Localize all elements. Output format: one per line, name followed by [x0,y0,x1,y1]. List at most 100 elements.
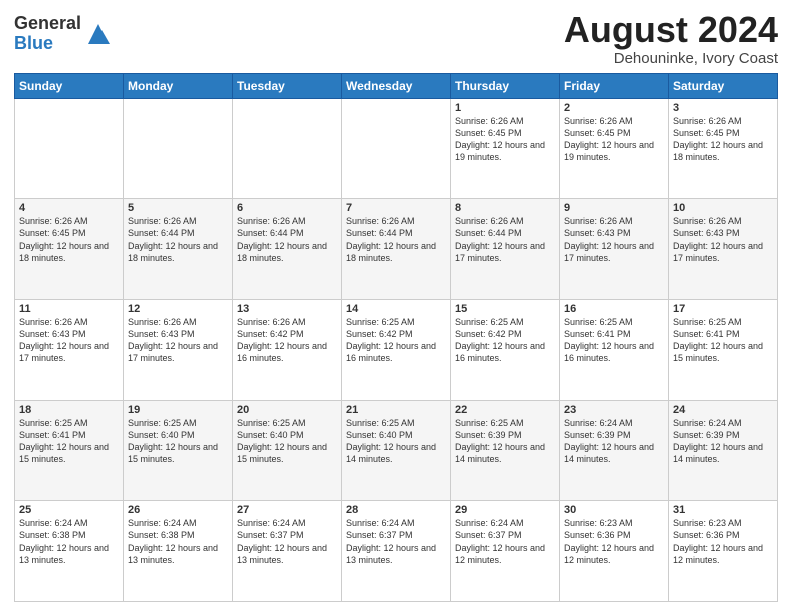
day-cell-0-1 [124,98,233,199]
day-number: 16 [564,303,664,315]
day-info: Sunrise: 6:26 AM Sunset: 6:43 PM Dayligh… [673,215,773,264]
week-row-3: 18Sunrise: 6:25 AM Sunset: 6:41 PM Dayli… [15,400,778,501]
day-info: Sunrise: 6:26 AM Sunset: 6:44 PM Dayligh… [455,215,555,264]
day-info: Sunrise: 6:26 AM Sunset: 6:45 PM Dayligh… [455,115,555,164]
day-info: Sunrise: 6:24 AM Sunset: 6:38 PM Dayligh… [19,517,119,566]
day-info: Sunrise: 6:24 AM Sunset: 6:38 PM Dayligh… [128,517,228,566]
col-saturday: Saturday [669,73,778,98]
day-number: 31 [673,504,773,516]
day-cell-0-3 [342,98,451,199]
day-number: 30 [564,504,664,516]
day-cell-3-0: 18Sunrise: 6:25 AM Sunset: 6:41 PM Dayli… [15,400,124,501]
col-tuesday: Tuesday [233,73,342,98]
day-number: 20 [237,404,337,416]
day-number: 18 [19,404,119,416]
day-cell-0-6: 3Sunrise: 6:26 AM Sunset: 6:45 PM Daylig… [669,98,778,199]
day-info: Sunrise: 6:25 AM Sunset: 6:40 PM Dayligh… [346,417,446,466]
day-cell-4-2: 27Sunrise: 6:24 AM Sunset: 6:37 PM Dayli… [233,501,342,602]
day-cell-2-1: 12Sunrise: 6:26 AM Sunset: 6:43 PM Dayli… [124,299,233,400]
col-wednesday: Wednesday [342,73,451,98]
day-number: 3 [673,102,773,114]
day-cell-2-3: 14Sunrise: 6:25 AM Sunset: 6:42 PM Dayli… [342,299,451,400]
week-row-2: 11Sunrise: 6:26 AM Sunset: 6:43 PM Dayli… [15,299,778,400]
day-cell-4-3: 28Sunrise: 6:24 AM Sunset: 6:37 PM Dayli… [342,501,451,602]
day-number: 5 [128,202,228,214]
day-cell-1-5: 9Sunrise: 6:26 AM Sunset: 6:43 PM Daylig… [560,199,669,300]
day-number: 26 [128,504,228,516]
day-cell-1-0: 4Sunrise: 6:26 AM Sunset: 6:45 PM Daylig… [15,199,124,300]
day-cell-3-5: 23Sunrise: 6:24 AM Sunset: 6:39 PM Dayli… [560,400,669,501]
day-number: 27 [237,504,337,516]
logo-general: General [14,14,81,34]
day-info: Sunrise: 6:26 AM Sunset: 6:44 PM Dayligh… [346,215,446,264]
day-cell-4-1: 26Sunrise: 6:24 AM Sunset: 6:38 PM Dayli… [124,501,233,602]
day-info: Sunrise: 6:26 AM Sunset: 6:43 PM Dayligh… [564,215,664,264]
title-block: August 2024 Dehouninke, Ivory Coast [564,10,778,67]
day-cell-2-6: 17Sunrise: 6:25 AM Sunset: 6:41 PM Dayli… [669,299,778,400]
day-info: Sunrise: 6:25 AM Sunset: 6:42 PM Dayligh… [346,316,446,365]
day-cell-3-4: 22Sunrise: 6:25 AM Sunset: 6:39 PM Dayli… [451,400,560,501]
day-number: 4 [19,202,119,214]
day-number: 11 [19,303,119,315]
day-cell-4-5: 30Sunrise: 6:23 AM Sunset: 6:36 PM Dayli… [560,501,669,602]
day-info: Sunrise: 6:26 AM Sunset: 6:45 PM Dayligh… [564,115,664,164]
day-number: 8 [455,202,555,214]
day-info: Sunrise: 6:25 AM Sunset: 6:40 PM Dayligh… [128,417,228,466]
day-cell-0-4: 1Sunrise: 6:26 AM Sunset: 6:45 PM Daylig… [451,98,560,199]
day-info: Sunrise: 6:24 AM Sunset: 6:37 PM Dayligh… [237,517,337,566]
day-info: Sunrise: 6:26 AM Sunset: 6:43 PM Dayligh… [19,316,119,365]
day-number: 15 [455,303,555,315]
day-number: 21 [346,404,446,416]
subtitle: Dehouninke, Ivory Coast [564,50,778,67]
day-info: Sunrise: 6:25 AM Sunset: 6:41 PM Dayligh… [19,417,119,466]
calendar-table: Sunday Monday Tuesday Wednesday Thursday… [14,73,778,602]
logo-icon [84,20,112,48]
day-cell-3-2: 20Sunrise: 6:25 AM Sunset: 6:40 PM Dayli… [233,400,342,501]
col-monday: Monday [124,73,233,98]
day-info: Sunrise: 6:24 AM Sunset: 6:39 PM Dayligh… [673,417,773,466]
week-row-4: 25Sunrise: 6:24 AM Sunset: 6:38 PM Dayli… [15,501,778,602]
day-cell-2-0: 11Sunrise: 6:26 AM Sunset: 6:43 PM Dayli… [15,299,124,400]
day-info: Sunrise: 6:26 AM Sunset: 6:45 PM Dayligh… [673,115,773,164]
logo: General Blue [14,14,112,54]
page: General Blue August 2024 Dehouninke, Ivo… [0,0,792,612]
day-number: 10 [673,202,773,214]
col-thursday: Thursday [451,73,560,98]
day-cell-2-5: 16Sunrise: 6:25 AM Sunset: 6:41 PM Dayli… [560,299,669,400]
day-number: 23 [564,404,664,416]
day-number: 25 [19,504,119,516]
day-number: 19 [128,404,228,416]
day-info: Sunrise: 6:24 AM Sunset: 6:37 PM Dayligh… [455,517,555,566]
header-row: Sunday Monday Tuesday Wednesday Thursday… [15,73,778,98]
day-cell-1-6: 10Sunrise: 6:26 AM Sunset: 6:43 PM Dayli… [669,199,778,300]
day-cell-0-0 [15,98,124,199]
day-number: 22 [455,404,555,416]
day-info: Sunrise: 6:26 AM Sunset: 6:44 PM Dayligh… [237,215,337,264]
day-cell-0-5: 2Sunrise: 6:26 AM Sunset: 6:45 PM Daylig… [560,98,669,199]
day-number: 6 [237,202,337,214]
day-info: Sunrise: 6:25 AM Sunset: 6:41 PM Dayligh… [673,316,773,365]
day-number: 14 [346,303,446,315]
day-cell-3-3: 21Sunrise: 6:25 AM Sunset: 6:40 PM Dayli… [342,400,451,501]
day-info: Sunrise: 6:26 AM Sunset: 6:45 PM Dayligh… [19,215,119,264]
day-number: 28 [346,504,446,516]
day-info: Sunrise: 6:25 AM Sunset: 6:39 PM Dayligh… [455,417,555,466]
day-info: Sunrise: 6:23 AM Sunset: 6:36 PM Dayligh… [564,517,664,566]
day-number: 7 [346,202,446,214]
day-cell-4-0: 25Sunrise: 6:24 AM Sunset: 6:38 PM Dayli… [15,501,124,602]
day-info: Sunrise: 6:26 AM Sunset: 6:44 PM Dayligh… [128,215,228,264]
calendar-body: 1Sunrise: 6:26 AM Sunset: 6:45 PM Daylig… [15,98,778,601]
week-row-1: 4Sunrise: 6:26 AM Sunset: 6:45 PM Daylig… [15,199,778,300]
day-info: Sunrise: 6:26 AM Sunset: 6:42 PM Dayligh… [237,316,337,365]
day-number: 2 [564,102,664,114]
col-friday: Friday [560,73,669,98]
logo-text: General Blue [14,14,81,54]
day-number: 13 [237,303,337,315]
day-info: Sunrise: 6:24 AM Sunset: 6:39 PM Dayligh… [564,417,664,466]
day-cell-4-4: 29Sunrise: 6:24 AM Sunset: 6:37 PM Dayli… [451,501,560,602]
day-number: 29 [455,504,555,516]
day-info: Sunrise: 6:25 AM Sunset: 6:40 PM Dayligh… [237,417,337,466]
day-cell-1-4: 8Sunrise: 6:26 AM Sunset: 6:44 PM Daylig… [451,199,560,300]
day-number: 12 [128,303,228,315]
day-cell-1-1: 5Sunrise: 6:26 AM Sunset: 6:44 PM Daylig… [124,199,233,300]
